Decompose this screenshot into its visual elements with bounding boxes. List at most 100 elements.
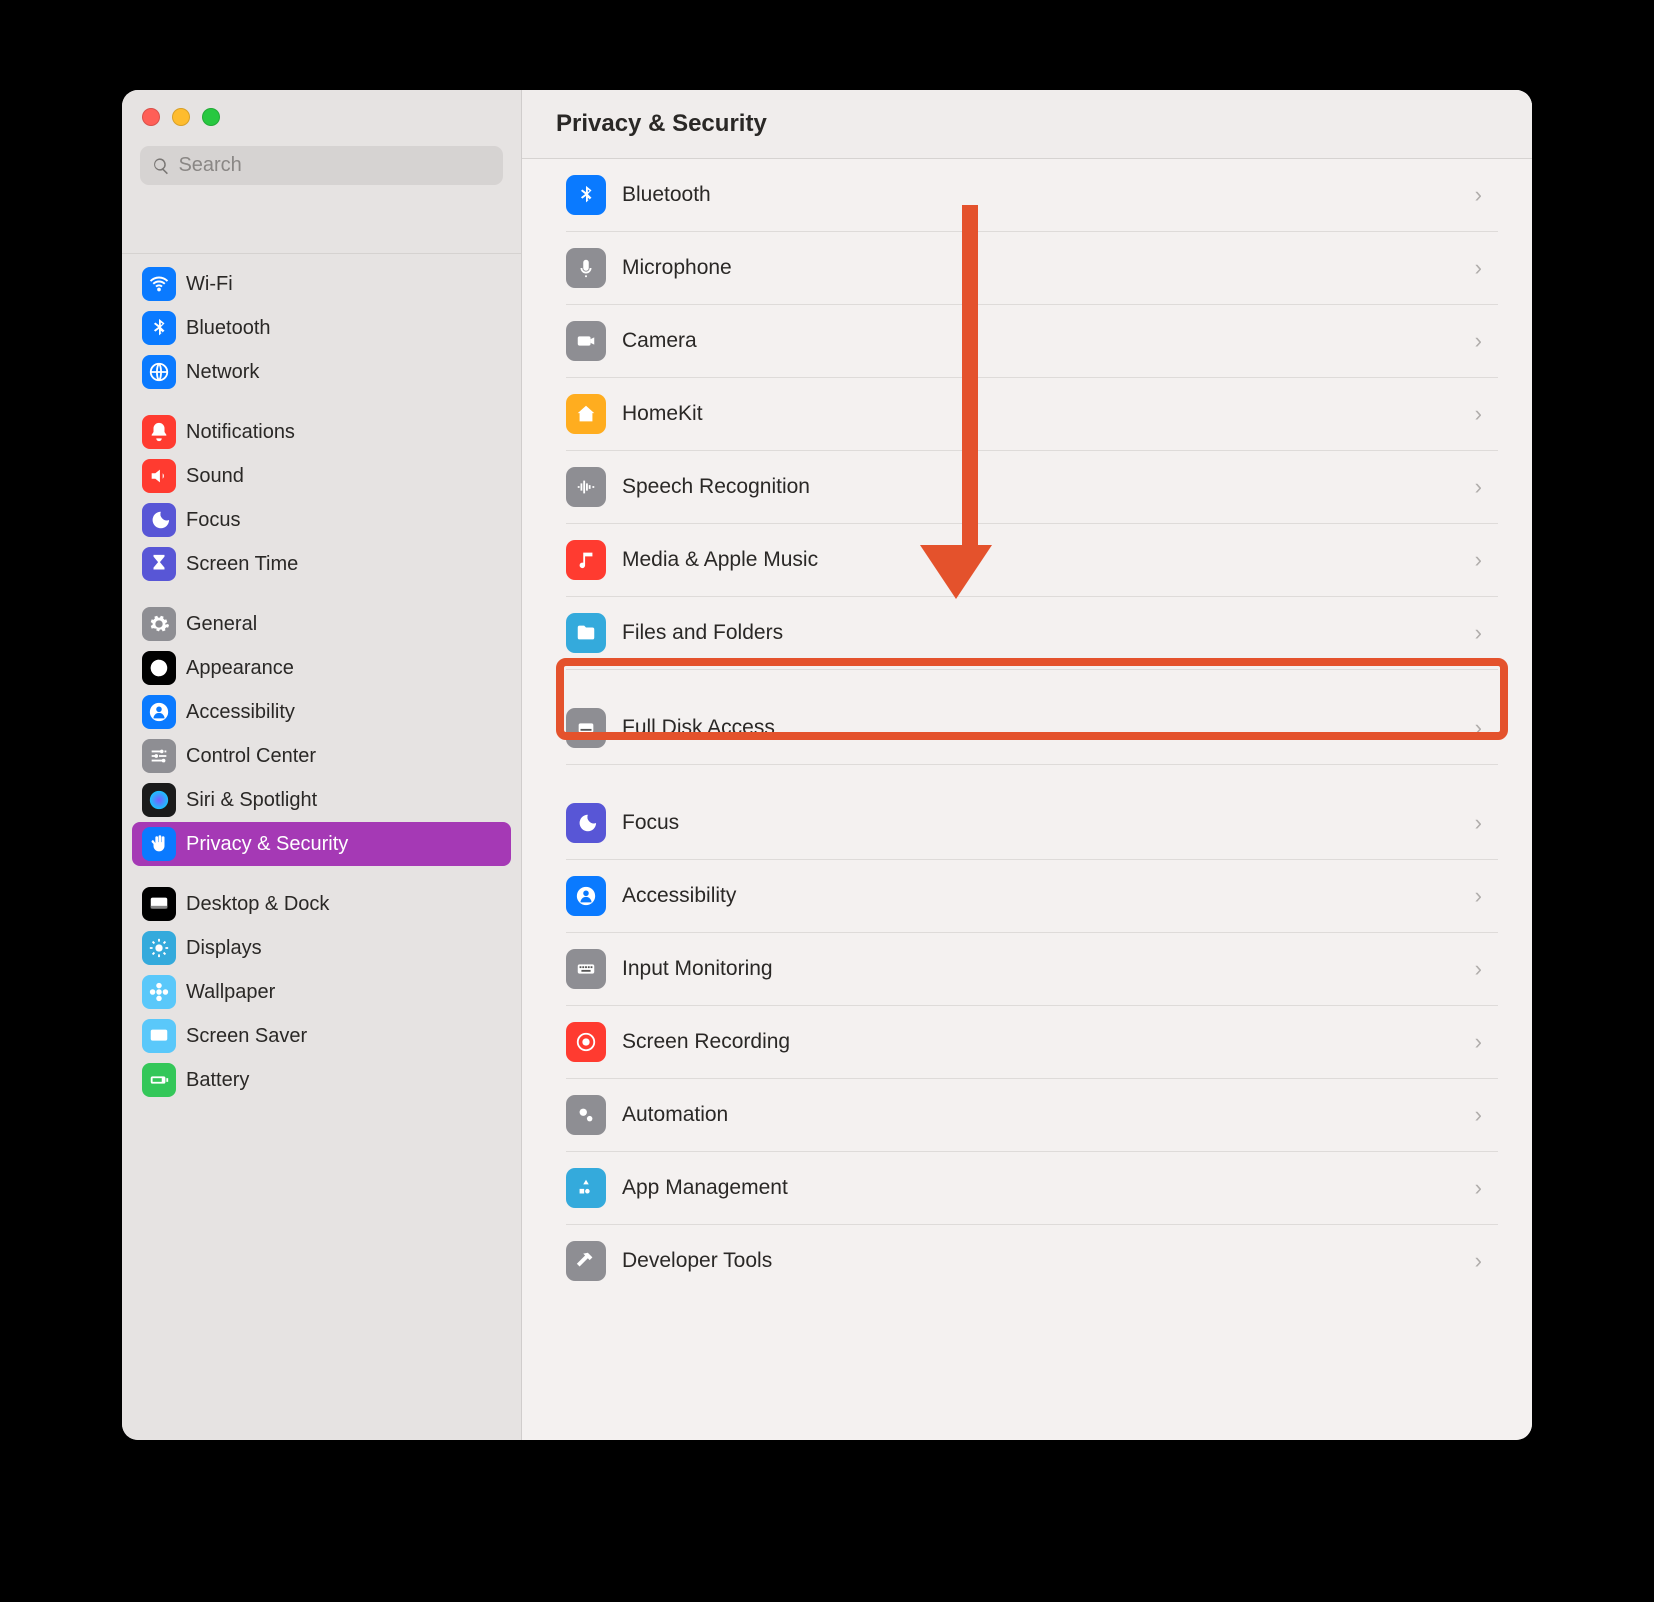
home-icon (566, 394, 606, 434)
sidebar-item-desktop-dock[interactable]: Desktop & Dock (132, 882, 511, 926)
chevron-right-icon: › (1475, 1175, 1490, 1201)
settings-row-automation[interactable]: Automation› (566, 1079, 1498, 1152)
settings-row-bluetooth[interactable]: Bluetooth › (566, 159, 1498, 232)
settings-row-app-management[interactable]: App Management › (566, 1152, 1498, 1225)
sidebar-item-privacy-security[interactable]: Privacy & Security (132, 822, 511, 866)
settings-row-speech-recognition[interactable]: Speech Recognition › (566, 451, 1498, 524)
chevron-right-icon: › (1475, 401, 1490, 427)
chevron-right-icon: › (1475, 182, 1490, 208)
search-icon (152, 156, 170, 176)
bluetooth-icon (566, 175, 606, 215)
settings-window: Wi-Fi Bluetooth Network Notifications Sound F… (122, 90, 1532, 1440)
row-label: Bluetooth (622, 183, 1459, 207)
sidebar-item-label: Focus (186, 509, 240, 532)
page-title: Privacy & Security (556, 110, 1498, 138)
hand-icon (142, 827, 176, 861)
sidebar-item-notifications[interactable]: Notifications (132, 410, 511, 454)
row-label: Input Monitoring (622, 957, 1459, 981)
settings-row-microphone[interactable]: Microphone› (566, 232, 1498, 305)
sidebar-item-label: Desktop & Dock (186, 893, 329, 916)
settings-row-developer-tools[interactable]: Developer Tools› (566, 1225, 1498, 1297)
sidebar-item-wi-fi[interactable]: Wi-Fi (132, 262, 511, 306)
sidebar-item-label: Control Center (186, 745, 316, 768)
sidebar-item-siri-spotlight[interactable]: Siri & Spotlight (132, 778, 511, 822)
sidebar-item-general[interactable]: General (132, 602, 511, 646)
search-field[interactable] (140, 146, 503, 185)
sidebar-item-label: Wi-Fi (186, 273, 233, 296)
bluetooth-icon (142, 311, 176, 345)
apps-icon (566, 1168, 606, 1208)
mic-icon (566, 248, 606, 288)
settings-row-input-monitoring[interactable]: Input Monitoring › (566, 933, 1498, 1006)
chevron-right-icon: › (1475, 255, 1490, 281)
settings-row-camera[interactable]: Camera › (566, 305, 1498, 378)
close-button[interactable] (142, 108, 160, 126)
disk-icon (566, 708, 606, 748)
sidebar-item-network[interactable]: Network (132, 350, 511, 394)
sidebar-item-label: Privacy & Security (186, 833, 348, 856)
sidebar-item-battery[interactable]: Battery (132, 1058, 511, 1102)
sidebar-item-sound[interactable]: Sound (132, 454, 511, 498)
keyboard-icon (566, 949, 606, 989)
row-label: Screen Recording (622, 1030, 1459, 1054)
chevron-right-icon: › (1475, 715, 1490, 741)
gear-icon (142, 607, 176, 641)
search-input[interactable] (178, 154, 491, 177)
folder-icon (566, 613, 606, 653)
chevron-right-icon: › (1475, 328, 1490, 354)
settings-row-screen-recording[interactable]: Screen Recording› (566, 1006, 1498, 1079)
speaker-icon (142, 459, 176, 493)
settings-list-container: Bluetooth›Microphone›Camera›HomeKit›Spee… (522, 159, 1532, 1440)
row-label: Camera (622, 329, 1459, 353)
settings-row-focus[interactable]: Focus› (566, 787, 1498, 860)
row-label: App Management (622, 1176, 1459, 1200)
settings-row-full-disk-access[interactable]: Full Disk Access› (566, 692, 1498, 765)
sidebar-item-screen-saver[interactable]: Screen Saver (132, 1014, 511, 1058)
minimize-button[interactable] (172, 108, 190, 126)
chevron-right-icon: › (1475, 620, 1490, 646)
settings-list: Bluetooth›Microphone›Camera›HomeKit›Spee… (566, 159, 1498, 1297)
row-label: Files and Folders (622, 621, 1459, 645)
sidebar-item-screen-time[interactable]: Screen Time (132, 542, 511, 586)
record-icon (566, 1022, 606, 1062)
sidebar-item-focus[interactable]: Focus (132, 498, 511, 542)
chevron-right-icon: › (1475, 956, 1490, 982)
sidebar-header (122, 90, 521, 254)
chevron-right-icon: › (1475, 883, 1490, 909)
siri-icon (142, 783, 176, 817)
row-label: Accessibility (622, 884, 1459, 908)
moon-icon (142, 503, 176, 537)
sidebar-item-label: General (186, 613, 257, 636)
sidebar-item-control-center[interactable]: Control Center (132, 734, 511, 778)
flower-icon (142, 975, 176, 1009)
sidebar-item-label: Screen Saver (186, 1025, 307, 1048)
sidebar: Wi-Fi Bluetooth Network Notifications Sound F… (122, 90, 522, 1440)
hammer-icon (566, 1241, 606, 1281)
person-icon (142, 695, 176, 729)
sidebar-item-accessibility[interactable]: Accessibility (132, 690, 511, 734)
sidebar-item-wallpaper[interactable]: Wallpaper (132, 970, 511, 1014)
settings-row-homekit[interactable]: HomeKit › (566, 378, 1498, 451)
row-gap (566, 765, 1498, 787)
wifi-icon (142, 267, 176, 301)
chevron-right-icon: › (1475, 547, 1490, 573)
row-label: HomeKit (622, 402, 1459, 426)
person-icon (566, 876, 606, 916)
music-icon (566, 540, 606, 580)
chevron-right-icon: › (1475, 474, 1490, 500)
row-label: Automation (622, 1103, 1459, 1127)
settings-row-files-and-folders[interactable]: Files and Folders › (566, 597, 1498, 670)
row-label: Developer Tools (622, 1249, 1459, 1273)
appearance-icon (142, 651, 176, 685)
settings-row-accessibility[interactable]: Accessibility › (566, 860, 1498, 933)
sidebar-item-label: Notifications (186, 421, 295, 444)
sidebar-item-displays[interactable]: Displays (132, 926, 511, 970)
sidebar-item-label: Bluetooth (186, 317, 271, 340)
maximize-button[interactable] (202, 108, 220, 126)
row-label: Speech Recognition (622, 475, 1459, 499)
settings-row-media-apple-music[interactable]: Media & Apple Music› (566, 524, 1498, 597)
battery-icon (142, 1063, 176, 1097)
sidebar-item-bluetooth[interactable]: Bluetooth (132, 306, 511, 350)
sidebar-item-appearance[interactable]: Appearance (132, 646, 511, 690)
sidebar-item-label: Screen Time (186, 553, 298, 576)
